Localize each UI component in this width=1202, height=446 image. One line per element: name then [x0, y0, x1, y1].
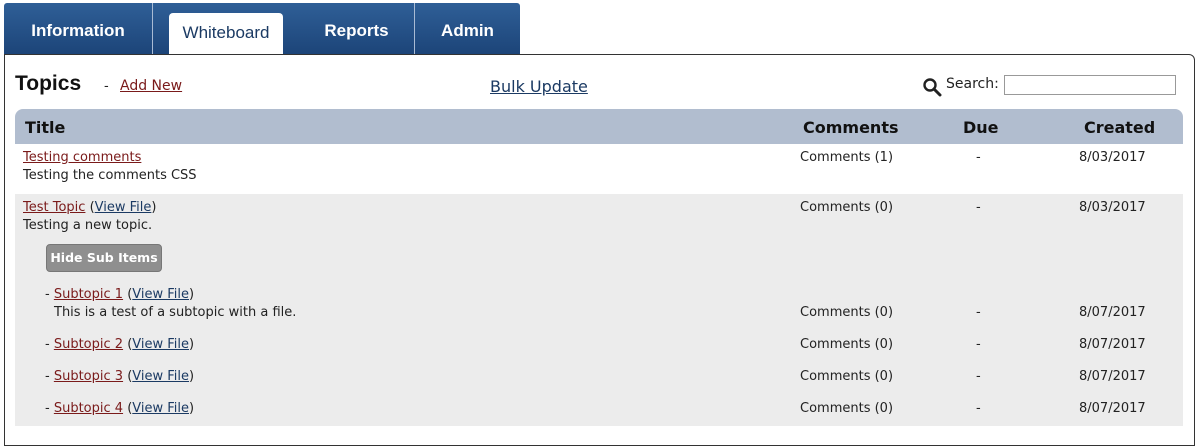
tab-whiteboard[interactable]: Whiteboard [169, 13, 283, 55]
due-date: - [976, 200, 981, 215]
column-created: Created [1084, 118, 1156, 137]
view-file-link[interactable]: View File [132, 337, 189, 352]
view-file-paren: ) [189, 401, 195, 416]
due-date: - [976, 401, 981, 416]
subtopic-prefix: - [45, 287, 50, 302]
due-date: - [976, 305, 981, 320]
subtopic-title-link[interactable]: Subtopic 1 [54, 287, 123, 302]
search-icon [923, 78, 942, 97]
topic-title-link[interactable]: Test Topic [23, 200, 85, 215]
created-date: 8/03/2017 [1079, 150, 1146, 165]
tab-bar: Information Whiteboard Reports Admin [4, 3, 520, 55]
view-file-link[interactable]: View File [132, 369, 189, 384]
page-title: Topics [15, 72, 82, 95]
comments-link[interactable]: Comments (0) [800, 200, 893, 215]
subtopic-title-link[interactable]: Subtopic 3 [54, 369, 123, 384]
bulk-update-link[interactable]: Bulk Update [490, 77, 588, 96]
view-file-paren: ) [151, 200, 157, 215]
topic-title-link[interactable]: Testing comments [23, 150, 141, 165]
subtopic-item: - Subtopic 3 (View File) [45, 369, 194, 384]
column-comments: Comments [803, 118, 899, 137]
table-header: Title Comments Due Created [15, 109, 1183, 144]
subtopic-item: - Subtopic 4 (View File) [45, 401, 194, 416]
hide-sub-items-button[interactable]: Hide Sub Items [46, 244, 162, 272]
due-date: - [976, 369, 981, 384]
search-input[interactable] [1004, 75, 1176, 95]
tab-reports[interactable]: Reports [299, 3, 415, 55]
created-date: 8/07/2017 [1079, 401, 1146, 416]
tab-admin[interactable]: Admin [415, 3, 520, 55]
comments-link[interactable]: Comments (0) [800, 369, 893, 384]
comments-link[interactable]: Comments (0) [800, 305, 893, 320]
view-file-link[interactable]: View File [132, 401, 189, 416]
view-file-link[interactable]: View File [132, 287, 189, 302]
view-file-paren: ) [189, 287, 195, 302]
add-new-link[interactable]: Add New [120, 78, 182, 94]
subtopic-title-link[interactable]: Subtopic 2 [54, 337, 123, 352]
subtopic-title-link[interactable]: Subtopic 4 [54, 401, 123, 416]
view-file-paren: ) [189, 369, 195, 384]
subtopic-item: - Subtopic 2 (View File) [45, 337, 194, 352]
due-date: - [976, 337, 981, 352]
column-due: Due [963, 118, 999, 137]
search-label: Search: [946, 76, 999, 92]
created-date: 8/07/2017 [1079, 305, 1146, 320]
view-file-paren: ) [189, 337, 195, 352]
subtopic-prefix: - [45, 337, 50, 352]
subtopic-description: This is a test of a subtopic with a file… [54, 305, 297, 320]
subtopic-prefix: - [45, 369, 50, 384]
due-date: - [976, 150, 981, 165]
view-file-link[interactable]: View File [95, 200, 152, 215]
subtopic-prefix: - [45, 401, 50, 416]
table-row: Test Topic (View File) Testing a new top… [15, 194, 1183, 426]
comments-link[interactable]: Comments (0) [800, 337, 893, 352]
subtopic-item: - Subtopic 1 (View File) [45, 287, 194, 302]
topic-description: Testing a new topic. [23, 218, 153, 233]
comments-link[interactable]: Comments (1) [800, 150, 893, 165]
column-title: Title [25, 118, 66, 137]
created-date: 8/07/2017 [1079, 369, 1146, 384]
topic-description: Testing the comments CSS [23, 168, 197, 183]
table-row: Testing comments Testing the comments CS… [15, 144, 1183, 194]
tab-information[interactable]: Information [4, 3, 153, 55]
created-date: 8/07/2017 [1079, 337, 1146, 352]
comments-link[interactable]: Comments (0) [800, 401, 893, 416]
created-date: 8/03/2017 [1079, 200, 1146, 215]
title-separator: - [104, 79, 109, 94]
